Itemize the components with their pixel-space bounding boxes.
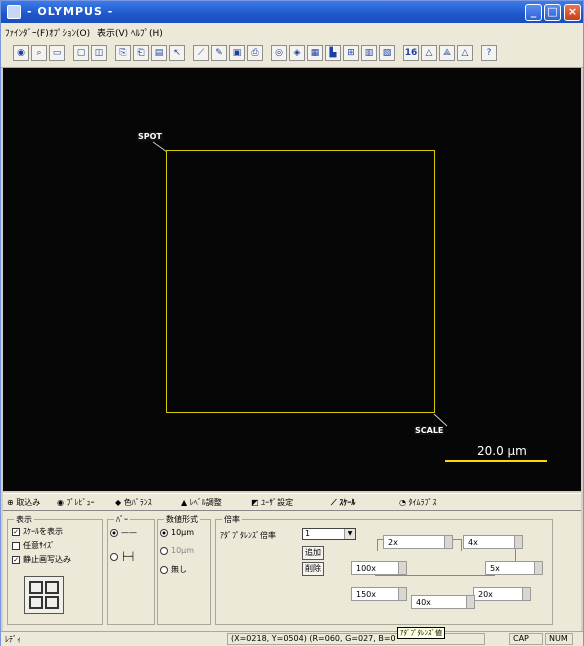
mag-connector xyxy=(377,539,378,551)
live-view-icon[interactable]: ◉ xyxy=(13,45,29,61)
print-icon[interactable]: ⎙ xyxy=(247,45,263,61)
display-group: 表示 ✓ ｽｹｰﾙを表示 任意ｻｲｽﾞ ✓ 静止画写込み xyxy=(7,514,103,625)
bit-depth-button[interactable]: 16 xyxy=(403,45,419,61)
triangle-large-icon[interactable]: △ xyxy=(457,45,473,61)
measure-icon[interactable]: ⟋ xyxy=(193,45,209,61)
delete-button[interactable]: 削除 xyxy=(302,562,324,576)
mag-5x[interactable]: 5x xyxy=(485,561,543,575)
tab-preview[interactable]: ◉ ﾌﾟﾚﾋﾞｭｰ xyxy=(57,497,95,508)
scale-value: 20.0 μm xyxy=(477,444,527,458)
filter-icon[interactable]: ◈ xyxy=(289,45,305,61)
menu-bar: ﾌｧｲﾝﾀﾞｰ(F) ｵﾌﾟｼｮﾝ(O) 表示(V) ﾍﾙﾌﾟ(H) xyxy=(1,23,583,40)
tab-capture[interactable]: ⊕ 取込み xyxy=(7,497,40,508)
layer-icon[interactable]: ▤ xyxy=(151,45,167,61)
mag-4x[interactable]: 4x xyxy=(463,535,523,549)
position-selector[interactable] xyxy=(24,576,64,614)
mag-20x[interactable]: 20x xyxy=(473,587,531,601)
corner-top-right-icon[interactable] xyxy=(45,581,59,594)
app-icon xyxy=(7,5,21,19)
menu-view[interactable]: 表示(V) xyxy=(97,26,128,39)
minimize-icon[interactable]: _ xyxy=(525,4,542,21)
main-window: - OLYMPUS - _ □ × ﾌｧｲﾝﾀﾞｰ(F) ｵﾌﾟｼｮﾝ(O) 表… xyxy=(0,0,584,646)
copy-icon[interactable]: ⎘ xyxy=(115,45,131,61)
mag-connector xyxy=(375,575,495,576)
tab-timelapse[interactable]: ◔ ﾀｲﾑﾗﾌﾟｽ xyxy=(399,497,437,508)
bar-group: ﾊﾞｰ —— ├─┤ xyxy=(107,514,155,625)
camera-icon[interactable]: ◎ xyxy=(271,45,287,61)
corner-bottom-right-icon[interactable] xyxy=(45,596,59,609)
numeric-format-group: 数値形式 10μm 10μm 無し xyxy=(157,514,211,625)
title-bar: - OLYMPUS - _ □ × xyxy=(1,1,583,23)
bar-style-plain-radio[interactable]: —— xyxy=(110,528,137,537)
crop-icon[interactable]: ⊞ xyxy=(343,45,359,61)
adapter-lens-select[interactable]: 1 ▼ xyxy=(302,528,356,540)
magnification-title: 倍率 xyxy=(222,514,242,525)
tab-color-balance[interactable]: ◆ 色ﾊﾞﾗﾝｽ xyxy=(115,497,152,508)
show-scale-checkbox[interactable]: ✓ ｽｹｰﾙを表示 xyxy=(12,526,63,537)
spot-region[interactable] xyxy=(166,150,435,413)
triangle-mid-icon[interactable]: ⟁ xyxy=(439,45,455,61)
help-icon[interactable]: ? xyxy=(481,45,497,61)
overlay-icon[interactable]: ▧ xyxy=(379,45,395,61)
burn-in-checkbox[interactable]: ✓ 静止画写込み xyxy=(12,554,71,565)
spot-callout-line xyxy=(152,141,168,153)
numeric-format-title: 数値形式 xyxy=(164,514,200,525)
mag-connector xyxy=(461,539,462,551)
close-icon[interactable]: × xyxy=(564,4,581,21)
numeric-option-none-radio[interactable]: 無し xyxy=(160,564,187,575)
chevron-down-icon[interactable]: ▼ xyxy=(344,529,355,539)
mag-2x[interactable]: 2x xyxy=(383,535,453,549)
menu-finder[interactable]: ﾌｧｲﾝﾀﾞｰ(F) xyxy=(5,26,49,39)
toolbar: ◉ ⌕ ▭ ▢ ◫ ⎘ ⎗ ▤ ↖ ⟋ ✎ ▣ ⎙ ◎ ◈ ▦ ▙ ⊞ ▥ ▧ … xyxy=(1,40,583,68)
corner-top-left-icon[interactable] xyxy=(29,581,43,594)
zoom-icon[interactable]: ⌕ xyxy=(31,45,47,61)
status-bar: ﾚﾃﾞｨ (X=0218, Y=0504) (R=060, G=027, B=0… xyxy=(1,631,583,646)
frame-icon[interactable]: ▭ xyxy=(49,45,65,61)
cursor-icon[interactable]: ↖ xyxy=(169,45,185,61)
tab-level[interactable]: ▲ ﾚﾍﾞﾙ調整 xyxy=(181,497,222,508)
bar-group-title: ﾊﾞｰ xyxy=(114,514,130,525)
grid-icon[interactable]: ▥ xyxy=(361,45,377,61)
tab-user-settings[interactable]: ◩ ﾕｰｻﾞ設定 xyxy=(251,497,293,508)
window-icon[interactable]: ▢ xyxy=(73,45,89,61)
scale-label: SCALE xyxy=(414,426,445,435)
add-button[interactable]: 追加 xyxy=(302,546,324,560)
mag-40x[interactable]: 40x xyxy=(411,595,475,609)
scale-bar[interactable] xyxy=(445,460,547,462)
status-cap: CAP xyxy=(513,634,529,643)
status-ready: ﾚﾃﾞｨ xyxy=(5,635,21,644)
status-num: NUM xyxy=(549,634,568,643)
tab-strip: ⊕ 取込み ◉ ﾌﾟﾚﾋﾞｭｰ ◆ 色ﾊﾞﾗﾝｽ ▲ ﾚﾍﾞﾙ調整 ◩ ﾕｰｻﾞ… xyxy=(3,493,581,511)
mag-100x[interactable]: 100x xyxy=(351,561,407,575)
tab-scale[interactable]: ⟋ ｽｹｰﾙ xyxy=(331,497,355,508)
maximize-icon[interactable]: □ xyxy=(544,4,561,21)
scale-callout-line xyxy=(433,413,448,427)
numeric-option-1-radio[interactable]: 10μm xyxy=(160,528,194,537)
status-coords: (X=0218, Y=0504) (R=060, G=027, B=0 xyxy=(231,634,396,643)
arbitrary-size-checkbox[interactable]: 任意ｻｲｽﾞ xyxy=(12,540,55,551)
menu-options[interactable]: ｵﾌﾟｼｮﾝ(O) xyxy=(49,26,90,39)
numeric-option-2-radio[interactable]: 10μm xyxy=(160,546,194,555)
image-viewer[interactable]: SPOT SCALE 20.0 μm xyxy=(3,68,581,491)
bar-style-ticked-radio[interactable]: ├─┤ xyxy=(110,552,135,561)
window-title: - OLYMPUS - xyxy=(27,5,114,18)
triangle-small-icon[interactable]: △ xyxy=(421,45,437,61)
tooltip: ｱﾀﾞﾌﾟﾀﾚﾝｽﾞ値 xyxy=(397,627,445,639)
pen-icon[interactable]: ✎ xyxy=(211,45,227,61)
split-icon[interactable]: ◫ xyxy=(91,45,107,61)
display-group-title: 表示 xyxy=(14,514,34,525)
scale-panel: 表示 ✓ ｽｹｰﾙを表示 任意ｻｲｽﾞ ✓ 静止画写込み ﾊﾞｰ —— ├─┤ 数値… xyxy=(3,511,581,631)
palette-icon[interactable]: ▦ xyxy=(307,45,323,61)
paste-icon[interactable]: ⎗ xyxy=(133,45,149,61)
histogram-icon[interactable]: ▙ xyxy=(325,45,341,61)
save-icon[interactable]: ▣ xyxy=(229,45,245,61)
mag-150x[interactable]: 150x xyxy=(351,587,407,601)
menu-help[interactable]: ﾍﾙﾌﾟ(H) xyxy=(131,26,163,39)
corner-bottom-left-icon[interactable] xyxy=(29,596,43,609)
adapter-lens-label: ｱﾀﾞﾌﾟﾀﾚﾝｽﾞ倍率 xyxy=(220,531,276,540)
